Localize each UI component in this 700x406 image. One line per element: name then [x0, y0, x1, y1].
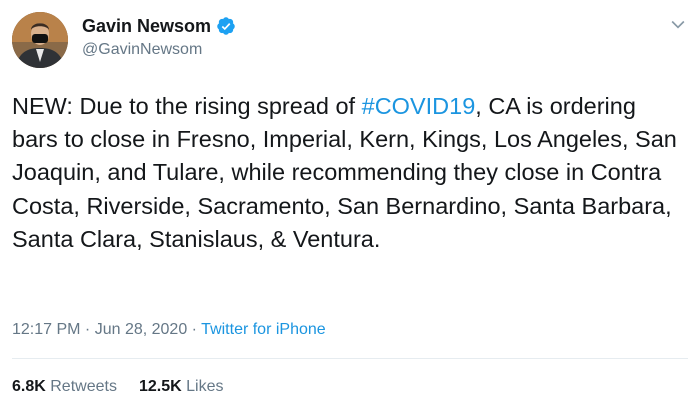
- tweet-card: Gavin Newsom @GavinNewsom NEW: Due to th…: [0, 0, 700, 406]
- meta-separator: ·: [187, 321, 202, 338]
- retweets-stat[interactable]: 6.8K Retweets: [12, 378, 117, 395]
- retweets-label: Retweets: [50, 378, 117, 395]
- divider: [12, 358, 688, 359]
- tweet-text: NEW: Due to the rising spread of #COVID1…: [12, 90, 682, 256]
- tweet-text-before: NEW: Due to the rising spread of: [12, 93, 362, 119]
- tweet-date[interactable]: Jun 28, 2020: [95, 321, 188, 338]
- likes-label: Likes: [186, 378, 224, 395]
- avatar[interactable]: [12, 12, 68, 68]
- meta-separator: ·: [80, 321, 95, 338]
- author-handle[interactable]: @GavinNewsom: [82, 40, 202, 60]
- likes-stat[interactable]: 12.5K Likes: [139, 378, 224, 395]
- display-name[interactable]: Gavin Newsom: [82, 15, 211, 37]
- tweet-source-link[interactable]: Twitter for iPhone: [201, 321, 326, 338]
- chevron-down-icon[interactable]: [668, 14, 688, 34]
- verified-badge-icon: [217, 17, 235, 35]
- tweet-meta: 12:17 PM · Jun 28, 2020 · Twitter for iP…: [12, 320, 326, 340]
- tweet-time[interactable]: 12:17 PM: [12, 321, 80, 338]
- author-name-row[interactable]: Gavin Newsom: [82, 15, 236, 37]
- tweet-stats: 6.8K Retweets 12.5K Likes: [12, 377, 223, 397]
- hashtag-link[interactable]: #COVID19: [362, 93, 476, 119]
- likes-count: 12.5K: [138, 378, 182, 395]
- retweets-count: 6.8K: [12, 378, 46, 395]
- avatar-photo: [12, 12, 68, 68]
